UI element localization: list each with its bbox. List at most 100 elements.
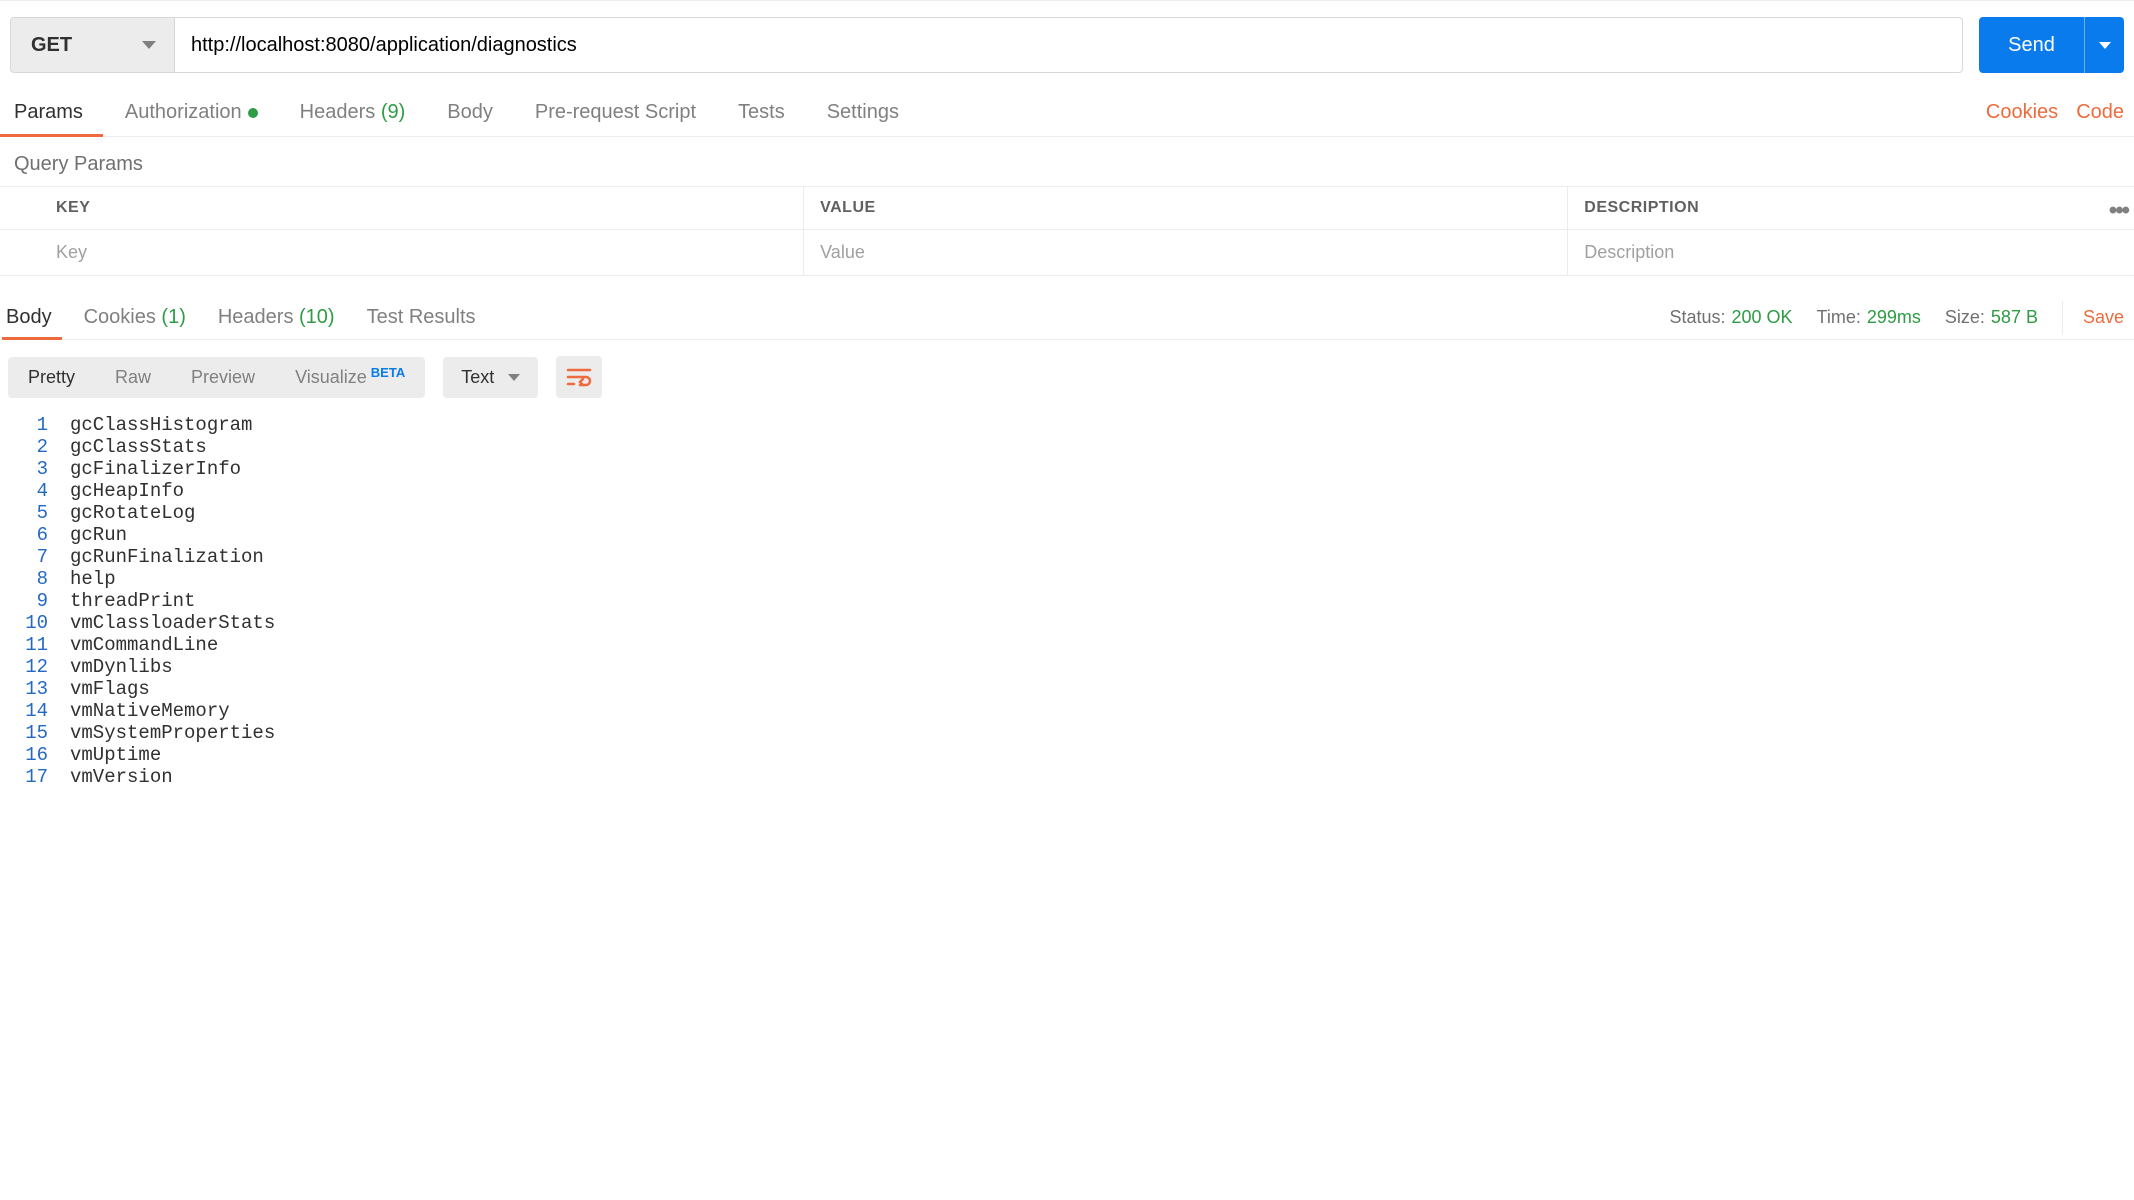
response-tab-body[interactable]: Body (6, 296, 52, 339)
beta-badge: BETA (371, 365, 405, 380)
code-line: 7gcRunFinalization (0, 546, 2134, 568)
line-number: 2 (0, 436, 70, 458)
body-format-select[interactable]: Text (443, 357, 538, 398)
line-text: gcFinalizerInfo (70, 458, 241, 480)
response-tab-headers[interactable]: Headers (10) (218, 296, 335, 339)
tab-headers[interactable]: Headers (9) (300, 89, 406, 136)
qp-description-input[interactable]: Description (1568, 230, 2134, 275)
view-mode-raw[interactable]: Raw (95, 357, 171, 398)
url-input[interactable] (175, 17, 1963, 73)
line-text: vmFlags (70, 678, 150, 700)
wrap-lines-button[interactable] (556, 356, 602, 398)
line-text: gcClassStats (70, 436, 207, 458)
tab-body[interactable]: Body (447, 89, 493, 136)
status-block: Status: 200 OK (1669, 307, 1792, 328)
line-text: gcRunFinalization (70, 546, 264, 568)
line-number: 4 (0, 480, 70, 502)
code-line: 10vmClassloaderStats (0, 612, 2134, 634)
line-text: help (70, 568, 116, 590)
line-number: 14 (0, 700, 70, 722)
tab-authorization[interactable]: Authorization (125, 89, 258, 136)
view-mode-preview[interactable]: Preview (171, 357, 275, 398)
code-line: 9threadPrint (0, 590, 2134, 612)
qp-header-key: KEY (0, 187, 804, 230)
line-text: vmDynlibs (70, 656, 173, 678)
query-params-title: Query Params (0, 137, 2134, 186)
time-block: Time: 299ms (1817, 307, 1921, 328)
view-mode-visualize[interactable]: VisualizeBETA (275, 357, 425, 398)
line-text: vmCommandLine (70, 634, 218, 656)
response-tabs: Body Cookies (1) Headers (10) Test Results (2, 296, 480, 339)
line-text: vmUptime (70, 744, 161, 766)
tab-settings[interactable]: Settings (827, 89, 899, 136)
save-response-button[interactable]: Save (2062, 301, 2124, 335)
line-number: 12 (0, 656, 70, 678)
request-bar: GET Send (0, 0, 2134, 89)
line-number: 3 (0, 458, 70, 480)
qp-key-input[interactable]: Key (0, 230, 804, 275)
code-link[interactable]: Code (2076, 101, 2124, 124)
code-line: 2gcClassStats (0, 436, 2134, 458)
line-number: 6 (0, 524, 70, 546)
time-label: Time: (1817, 307, 1861, 327)
line-number: 11 (0, 634, 70, 656)
right-links: Cookies Code (1986, 101, 2124, 124)
send-button[interactable]: Send (1979, 17, 2084, 73)
tab-tests[interactable]: Tests (738, 89, 785, 136)
body-view-mode-group: PrettyRawPreviewVisualizeBETA (8, 357, 425, 398)
code-line: 12vmDynlibs (0, 656, 2134, 678)
line-text: gcRotateLog (70, 502, 195, 524)
view-mode-pretty[interactable]: Pretty (8, 357, 95, 398)
code-line: 14vmNativeMemory (0, 700, 2134, 722)
code-line: 16vmUptime (0, 744, 2134, 766)
chevron-down-icon (508, 374, 520, 381)
send-button-group: Send (1979, 17, 2124, 73)
line-number: 15 (0, 722, 70, 744)
line-text: gcHeapInfo (70, 480, 184, 502)
body-format-label: Text (461, 367, 494, 388)
status-value: 200 OK (1731, 307, 1792, 327)
line-number: 1 (0, 414, 70, 436)
line-text: threadPrint (70, 590, 195, 612)
time-value: 299ms (1867, 307, 1921, 327)
response-bar: BodyCookies (1)Headers (10)Test Results … (0, 296, 2134, 340)
code-line: 17vmVersion (0, 766, 2134, 788)
line-text: vmNativeMemory (70, 700, 230, 722)
tab-count: (9) (375, 101, 405, 123)
request-tabs: Params Authorization Headers (9) Body Pre-re… (0, 89, 913, 136)
chevron-down-icon (142, 41, 156, 49)
line-text: vmSystemProperties (70, 722, 275, 744)
wrap-icon (566, 367, 592, 387)
http-method-select[interactable]: GET (10, 17, 175, 73)
tab-params[interactable]: Params (14, 89, 83, 136)
more-icon[interactable]: ••• (2109, 197, 2128, 225)
line-number: 13 (0, 678, 70, 700)
code-line: 6gcRun (0, 524, 2134, 546)
request-tabs-row: Params Authorization Headers (9) Body Pre-re… (0, 89, 2134, 137)
send-dropdown-button[interactable] (2084, 17, 2124, 73)
qp-header-description: DESCRIPTION ••• (1568, 187, 2134, 230)
code-line: 13vmFlags (0, 678, 2134, 700)
line-number: 17 (0, 766, 70, 788)
line-number: 7 (0, 546, 70, 568)
line-text: vmClassloaderStats (70, 612, 275, 634)
status-dot-icon (248, 108, 258, 118)
code-line: 3gcFinalizerInfo (0, 458, 2134, 480)
body-view-controls: PrettyRawPreviewVisualizeBETA Text (0, 340, 2134, 414)
qp-value-input[interactable]: Value (804, 230, 1568, 275)
status-label: Status: (1669, 307, 1725, 327)
response-tab-test-results[interactable]: Test Results (367, 296, 476, 339)
response-body-code[interactable]: 1gcClassHistogram2gcClassStats3gcFinaliz… (0, 414, 2134, 788)
tab-pre-request-script[interactable]: Pre-request Script (535, 89, 696, 136)
line-number: 10 (0, 612, 70, 634)
query-params-row[interactable]: Key Value Description (0, 230, 2134, 275)
response-tab-cookies[interactable]: Cookies (1) (84, 296, 186, 339)
cookies-link[interactable]: Cookies (1986, 101, 2058, 124)
http-method-label: GET (31, 34, 72, 57)
line-number: 8 (0, 568, 70, 590)
line-text: gcRun (70, 524, 127, 546)
code-line: 8help (0, 568, 2134, 590)
chevron-down-icon (2099, 42, 2111, 49)
line-number: 16 (0, 744, 70, 766)
code-line: 11vmCommandLine (0, 634, 2134, 656)
